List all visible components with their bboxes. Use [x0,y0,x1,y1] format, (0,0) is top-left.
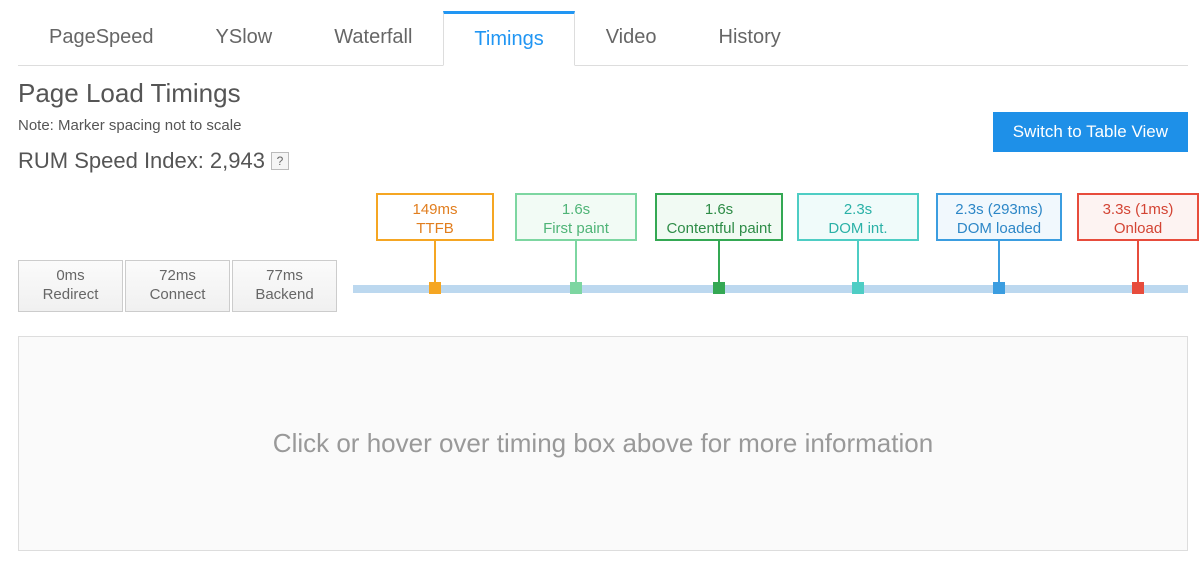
header-area: Page Load Timings Note: Marker spacing n… [18,78,1188,174]
page-title: Page Load Timings [18,78,1188,109]
timing-marker [1132,282,1144,294]
timing-label: Redirect [19,286,122,303]
timeline: 0ms Redirect 72ms Connect 77ms Backend 1… [18,196,1188,326]
tab-pagespeed[interactable]: PageSpeed [18,11,185,66]
timing-label: Onload [1079,220,1197,237]
timing-box-backend[interactable]: 77ms Backend [232,260,337,312]
timing-time: 1.6s [657,201,781,218]
timing-label: Contentful paint [657,220,781,237]
info-placeholder: Click or hover over timing box above for… [273,428,933,459]
timing-marker [852,282,864,294]
timeline-bar [353,285,1188,293]
help-icon[interactable]: ? [271,152,289,170]
timing-label: First paint [517,220,635,237]
timing-box-dom-loaded[interactable]: 2.3s (293ms) DOM loaded [936,193,1062,241]
timing-connector [998,241,1000,283]
rum-label: RUM Speed Index: [18,148,204,174]
timing-box-connect[interactable]: 72ms Connect [125,260,230,312]
timing-label: Backend [233,286,336,303]
timing-box-onload[interactable]: 3.3s (1ms) Onload [1077,193,1199,241]
rum-value: 2,943 [210,148,265,174]
timing-connector [434,241,436,283]
tab-timings[interactable]: Timings [443,11,574,66]
timing-connector [575,241,577,283]
timing-marker [713,282,725,294]
timing-connector [857,241,859,283]
timing-time: 2.3s (293ms) [938,201,1060,218]
timing-time: 77ms [233,267,336,284]
timing-box-dom-int[interactable]: 2.3s DOM int. [797,193,919,241]
tab-waterfall[interactable]: Waterfall [303,11,443,66]
timing-marker [429,282,441,294]
timing-time: 1.6s [517,201,635,218]
timing-box-contentful-paint[interactable]: 1.6s Contentful paint [655,193,783,241]
timing-time: 0ms [19,267,122,284]
timing-label: TTFB [378,220,492,237]
info-box: Click or hover over timing box above for… [18,336,1188,551]
timing-time: 2.3s [799,201,917,218]
timing-box-ttfb[interactable]: 149ms TTFB [376,193,494,241]
timing-time: 72ms [126,267,229,284]
tab-history[interactable]: History [688,11,812,66]
tab-yslow[interactable]: YSlow [185,11,304,66]
timing-marker [570,282,582,294]
timing-marker [993,282,1005,294]
timing-label: Connect [126,286,229,303]
tabs-bar: PageSpeed YSlow Waterfall Timings Video … [18,10,1188,66]
timing-time: 149ms [378,201,492,218]
timing-label: DOM int. [799,220,917,237]
pre-boxes: 0ms Redirect 72ms Connect 77ms Backend [18,260,337,312]
timing-box-redirect[interactable]: 0ms Redirect [18,260,123,312]
timing-box-first-paint[interactable]: 1.6s First paint [515,193,637,241]
tab-video[interactable]: Video [575,11,688,66]
timing-connector [1137,241,1139,283]
switch-table-view-button[interactable]: Switch to Table View [993,112,1188,152]
timing-label: DOM loaded [938,220,1060,237]
timing-connector [718,241,720,283]
timing-time: 3.3s (1ms) [1079,201,1197,218]
